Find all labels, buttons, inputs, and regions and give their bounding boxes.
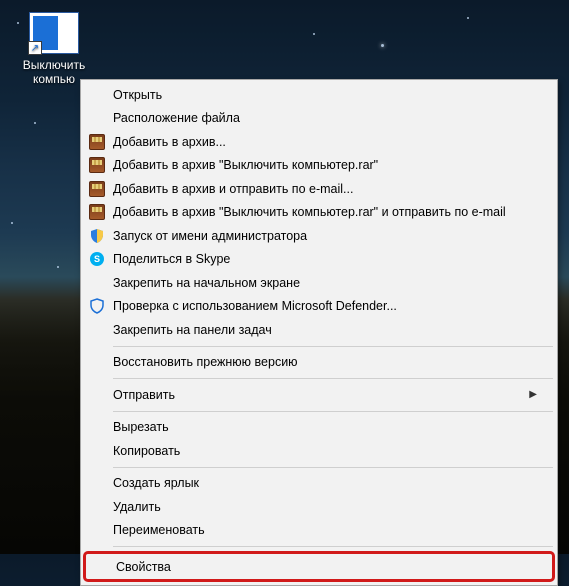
menu-add-archive-label: Добавить в архив... — [113, 135, 226, 149]
menu-add-email-label: Добавить в архив и отправить по e-mail..… — [113, 182, 353, 196]
menu-properties-label: Свойства — [116, 560, 171, 574]
shield-icon — [89, 228, 105, 244]
separator — [113, 346, 553, 347]
menu-pin-taskbar[interactable]: Закрепить на панели задач — [83, 318, 555, 342]
separator — [113, 411, 553, 412]
menu-defender-scan[interactable]: Проверка с использованием Microsoft Defe… — [83, 295, 555, 319]
skype-icon: S — [89, 251, 105, 267]
menu-add-named-label: Добавить в архив "Выключить компьютер.ra… — [113, 158, 378, 172]
menu-add-archive[interactable]: Добавить в архив... — [83, 130, 555, 154]
separator — [113, 467, 553, 468]
menu-run-as-admin[interactable]: Запуск от имени администратора — [83, 224, 555, 248]
winrar-icon — [89, 157, 105, 173]
menu-add-named-email-label: Добавить в архив "Выключить компьютер.ra… — [113, 205, 506, 219]
menu-share-skype-label: Поделиться в Skype — [113, 252, 230, 266]
menu-add-email[interactable]: Добавить в архив и отправить по e-mail..… — [83, 177, 555, 201]
menu-add-named-email[interactable]: Добавить в архив "Выключить компьютер.ra… — [83, 201, 555, 225]
defender-icon — [89, 298, 105, 314]
winrar-icon — [89, 134, 105, 150]
submenu-arrow-icon: ▶ — [529, 389, 537, 400]
menu-send-to-label: Отправить — [113, 388, 175, 402]
menu-create-shortcut[interactable]: Создать ярлык — [83, 472, 555, 496]
menu-file-location[interactable]: Расположение файла — [83, 107, 555, 131]
highlight-box: Свойства — [83, 551, 555, 582]
menu-cut[interactable]: Вырезать — [83, 416, 555, 440]
menu-send-to[interactable]: Отправить ▶ — [83, 383, 555, 407]
menu-delete[interactable]: Удалить — [83, 495, 555, 519]
menu-cut-label: Вырезать — [113, 420, 169, 434]
separator — [113, 378, 553, 379]
menu-pin-taskbar-label: Закрепить на панели задач — [113, 323, 272, 337]
menu-copy-label: Копировать — [113, 444, 180, 458]
desktop-shortcut[interactable]: ↗ Выключить компью — [14, 12, 94, 87]
menu-pin-start[interactable]: Закрепить на начальном экране — [83, 271, 555, 295]
menu-rename-label: Переименовать — [113, 523, 205, 537]
menu-copy[interactable]: Копировать — [83, 439, 555, 463]
menu-properties[interactable]: Свойства — [86, 554, 552, 579]
winrar-icon — [89, 181, 105, 197]
menu-share-skype[interactable]: S Поделиться в Skype — [83, 248, 555, 272]
menu-create-shortcut-label: Создать ярлык — [113, 476, 199, 490]
menu-pin-start-label: Закрепить на начальном экране — [113, 276, 300, 290]
menu-restore-version-label: Восстановить прежнюю версию — [113, 355, 298, 369]
svg-text:S: S — [94, 254, 100, 264]
menu-run-as-admin-label: Запуск от имени администратора — [113, 229, 307, 243]
context-menu: Открыть Расположение файла Добавить в ар… — [80, 79, 558, 586]
winrar-icon — [89, 204, 105, 220]
shortcut-icon: ↗ — [29, 12, 79, 54]
menu-restore-version[interactable]: Восстановить прежнюю версию — [83, 351, 555, 375]
menu-defender-scan-label: Проверка с использованием Microsoft Defe… — [113, 299, 397, 313]
menu-file-location-label: Расположение файла — [113, 111, 240, 125]
menu-rename[interactable]: Переименовать — [83, 519, 555, 543]
separator — [113, 546, 553, 547]
shortcut-overlay-icon: ↗ — [28, 41, 42, 55]
menu-add-named[interactable]: Добавить в архив "Выключить компьютер.ra… — [83, 154, 555, 178]
menu-open[interactable]: Открыть — [83, 83, 555, 107]
menu-delete-label: Удалить — [113, 500, 161, 514]
menu-open-label: Открыть — [113, 88, 162, 102]
